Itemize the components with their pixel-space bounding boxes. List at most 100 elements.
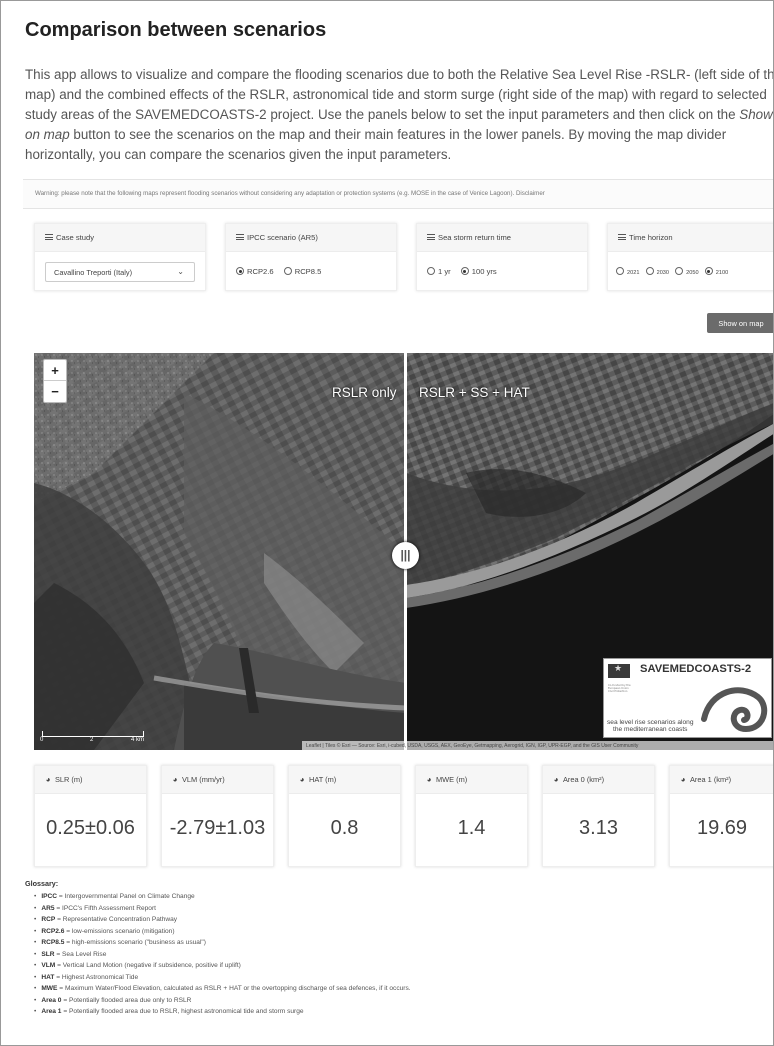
radio-label: 2050 [686,270,699,276]
card-header: ◕ MWE (m) [416,766,527,794]
card-value: -2.79±1.03 [169,817,266,839]
card-label: Area 1 (km²) [690,775,732,784]
glossary-item: SLR = Sea Level Rise [34,949,411,961]
list-icon [236,234,244,240]
warning-text: Warning: please note that the following … [35,190,545,197]
scale-label-4km: 4 km [131,737,145,743]
radio-dot [283,267,292,275]
map-attribution[interactable]: Leaflet | Tiles © Esri — Source: Esri, i… [302,741,773,750]
zoom-out-button[interactable]: − [44,381,66,402]
radio-label: 2030 [656,270,670,276]
radio-1yr[interactable]: 1 yr [427,267,451,276]
glossary-list: IPCC = Intergovernmental Panel on Climat… [34,891,411,1018]
card-value: 0.25±0.06 [46,817,135,839]
panel-header: Case study [35,224,205,252]
glossary-item: Area 0 = Potentially flooded area due on… [34,995,411,1007]
zoom-in-button[interactable]: + [44,360,66,381]
logo-subtext: Co-funded by the European Union Civil Pr… [608,684,631,693]
list-icon [45,234,53,240]
panel-title: Sea storm return time [438,233,512,242]
radio-2030[interactable]: 2030 [645,267,670,276]
metric-card-area1: ◕ Area 1 (km²) 19.69 [669,765,773,867]
radio-label: RCP8.5 [294,267,322,276]
radio-label: 2021 [627,270,640,276]
radio-dot [616,267,624,275]
panel-case-study: Case study Cavallino Treporti (Italy) ⌄ [34,223,206,291]
radio-label: 1 yr [438,267,451,276]
savemedcoasts-logo: SAVEMEDCOASTS-2 Co-funded by the Europea… [603,658,772,738]
dashboard-icon: ◕ [426,775,432,784]
card-header: ◕ Area 0 (km²) [543,766,654,794]
card-label: MWE (m) [436,775,468,784]
radio-dot [645,267,654,275]
radio-dot [236,267,244,275]
glossary-item: MWE = Maximum Water/Flood Elevation, cal… [34,983,410,995]
radio-rcp85[interactable]: RCP8.5 [283,267,322,276]
intro-text: This app allows to visualize and compare… [25,65,774,165]
radio-rcp26[interactable]: RCP2.6 [236,267,274,276]
card-value: 1.4 [457,817,486,839]
card-label: Area 0 (km²) [563,775,605,784]
logo-title: SAVEMEDCOASTS-2 [640,663,752,675]
card-value: 19.69 [696,817,748,839]
warning-box: Warning: please note that the following … [23,179,773,209]
panel-header: Sea storm return time [417,224,587,252]
list-icon [427,234,435,240]
panel-time-horizon: Time horizon 2021 2030 2050 2100 [607,223,773,291]
radio-2021[interactable]: 2021 [616,267,639,276]
case-study-select[interactable]: Cavallino Treporti (Italy) ⌄ [45,262,195,282]
card-value: 3.13 [579,817,618,839]
radio-dot [675,267,684,275]
panel-title: IPCC scenario (AR5) [247,233,318,242]
show-on-map-button[interactable]: Show on map [707,313,773,333]
left-map-label: RSLR only [332,385,397,400]
right-map-label: RSLR + SS + HAT [419,385,530,400]
radio-dot [704,267,713,275]
glossary-item: RCP8.5 = high-emissions scenario ("busin… [34,937,411,949]
panel-title: Case study [56,233,94,242]
glossary-item: Area 1 = Potentially flooded area due to… [34,1006,411,1018]
divider-handle[interactable]: ||| [392,542,419,569]
map-view[interactable]: + − RSLR only RSLR + SS + HAT ||| 0 2 4 … [34,353,773,750]
dashboard-icon: ◕ [680,775,686,784]
list-icon [618,234,626,240]
intro-part-1: This app allows to visualize and compare… [25,67,774,122]
radio-label: RCP2.6 [247,267,274,276]
zoom-control: + − [43,359,67,403]
eu-flag-icon [608,664,630,678]
metric-card-slr: ◕ SLR (m) 0.25±0.06 [34,765,147,867]
radio-label: 100 yrs [471,267,497,276]
radio-dot [460,267,469,275]
map-left-satellite [34,353,406,750]
scale-label-2: 2 [90,737,94,743]
dashboard-icon: ◕ [172,775,178,784]
glossary-item: HAT = Highest Astronomical Tide [34,972,411,984]
glossary-item: AR5 = IPCC's Fifth Assessment Report [34,903,411,915]
dashboard-icon: ◕ [553,775,559,784]
glossary-item: IPCC = Intergovernmental Panel on Climat… [34,891,411,903]
card-label: HAT (m) [309,775,337,784]
intro-part-2: button to see the scenarios on the map a… [25,127,727,162]
wave-spiral-icon [701,687,768,733]
radio-label: 2100 [715,270,729,276]
app-page: Comparison between scenarios This app al… [0,0,774,1046]
dashboard-icon: ◕ [299,775,305,784]
glossary-item: RCP2.6 = low-emissions scenario (mitigat… [34,926,411,938]
metric-card-area0: ◕ Area 0 (km²) 3.13 [542,765,655,867]
metric-card-mwe: ◕ MWE (m) 1.4 [415,765,528,867]
panel-header: Time horizon [608,224,773,252]
metric-card-vlm: ◕ VLM (mm/yr) -2.79±1.03 [161,765,274,867]
card-header: ◕ SLR (m) [35,766,146,794]
select-value: Cavallino Treporti (Italy) [54,268,133,277]
radio-2050[interactable]: 2050 [675,267,699,276]
card-label: SLR (m) [55,775,83,784]
metric-card-hat: ◕ HAT (m) 0.8 [288,765,401,867]
chevron-down-icon: ⌄ [177,267,184,276]
card-header: ◕ Area 1 (km²) [670,766,773,794]
radio-2100[interactable]: 2100 [704,267,729,276]
card-header: ◕ HAT (m) [289,766,400,794]
glossary-title: Glossary: [25,879,59,888]
dashboard-icon: ◕ [45,775,51,784]
radio-100yrs[interactable]: 100 yrs [460,267,497,276]
scale-label-0: 0 [40,737,44,743]
